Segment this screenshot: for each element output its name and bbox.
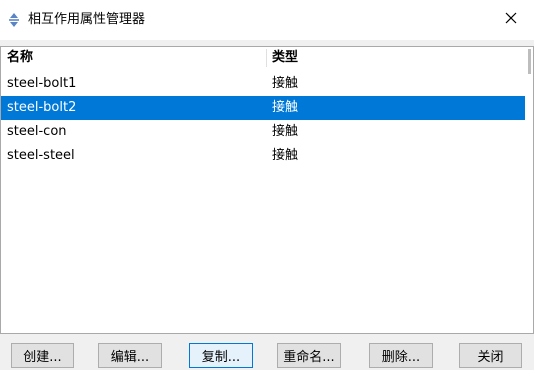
interaction-property-list[interactable]: 名称 类型 steel-bolt1 接触 steel-bolt2 接触 stee… [0,46,534,334]
table-row[interactable]: steel-steel 接触 [1,144,525,168]
row-name: steel-bolt2 [7,100,77,115]
rename-button[interactable]: 重命名... [277,343,341,368]
row-type: 接触 [272,148,299,163]
scrollbar-thumb[interactable] [528,49,531,74]
close-window-button[interactable] [488,0,534,40]
list-rows: steel-bolt1 接触 steel-bolt2 接触 steel-con … [1,72,525,168]
close-icon [505,12,517,28]
column-header-type[interactable]: 类型 [266,47,525,69]
delete-button[interactable]: 删除... [369,343,433,368]
window-title: 相互作用属性管理器 [28,12,146,27]
table-row[interactable]: steel-bolt1 接触 [1,72,525,96]
column-header-name[interactable]: 名称 [1,47,266,69]
table-row[interactable]: steel-con 接触 [1,120,525,144]
row-type: 接触 [272,76,299,91]
vertical-scrollbar[interactable] [525,47,533,333]
title-bar: 相互作用属性管理器 [0,0,534,40]
list-header: 名称 类型 [1,47,525,69]
close-button[interactable]: 关闭 [459,343,522,368]
row-name: steel-steel [7,148,75,163]
row-type: 接触 [272,124,299,139]
row-name: steel-con [7,124,67,139]
create-button[interactable]: 创建... [11,343,74,368]
row-name: steel-bolt1 [7,76,77,91]
row-type: 接触 [272,100,299,115]
edit-button[interactable]: 编辑... [98,343,162,368]
copy-button[interactable]: 复制... [189,343,253,368]
button-bar: 创建... 编辑... 复制... 重命名... 删除... 关闭 [0,338,534,370]
diamond-arrows-icon [6,12,22,28]
table-row-selected[interactable]: steel-bolt2 接触 [1,96,525,120]
